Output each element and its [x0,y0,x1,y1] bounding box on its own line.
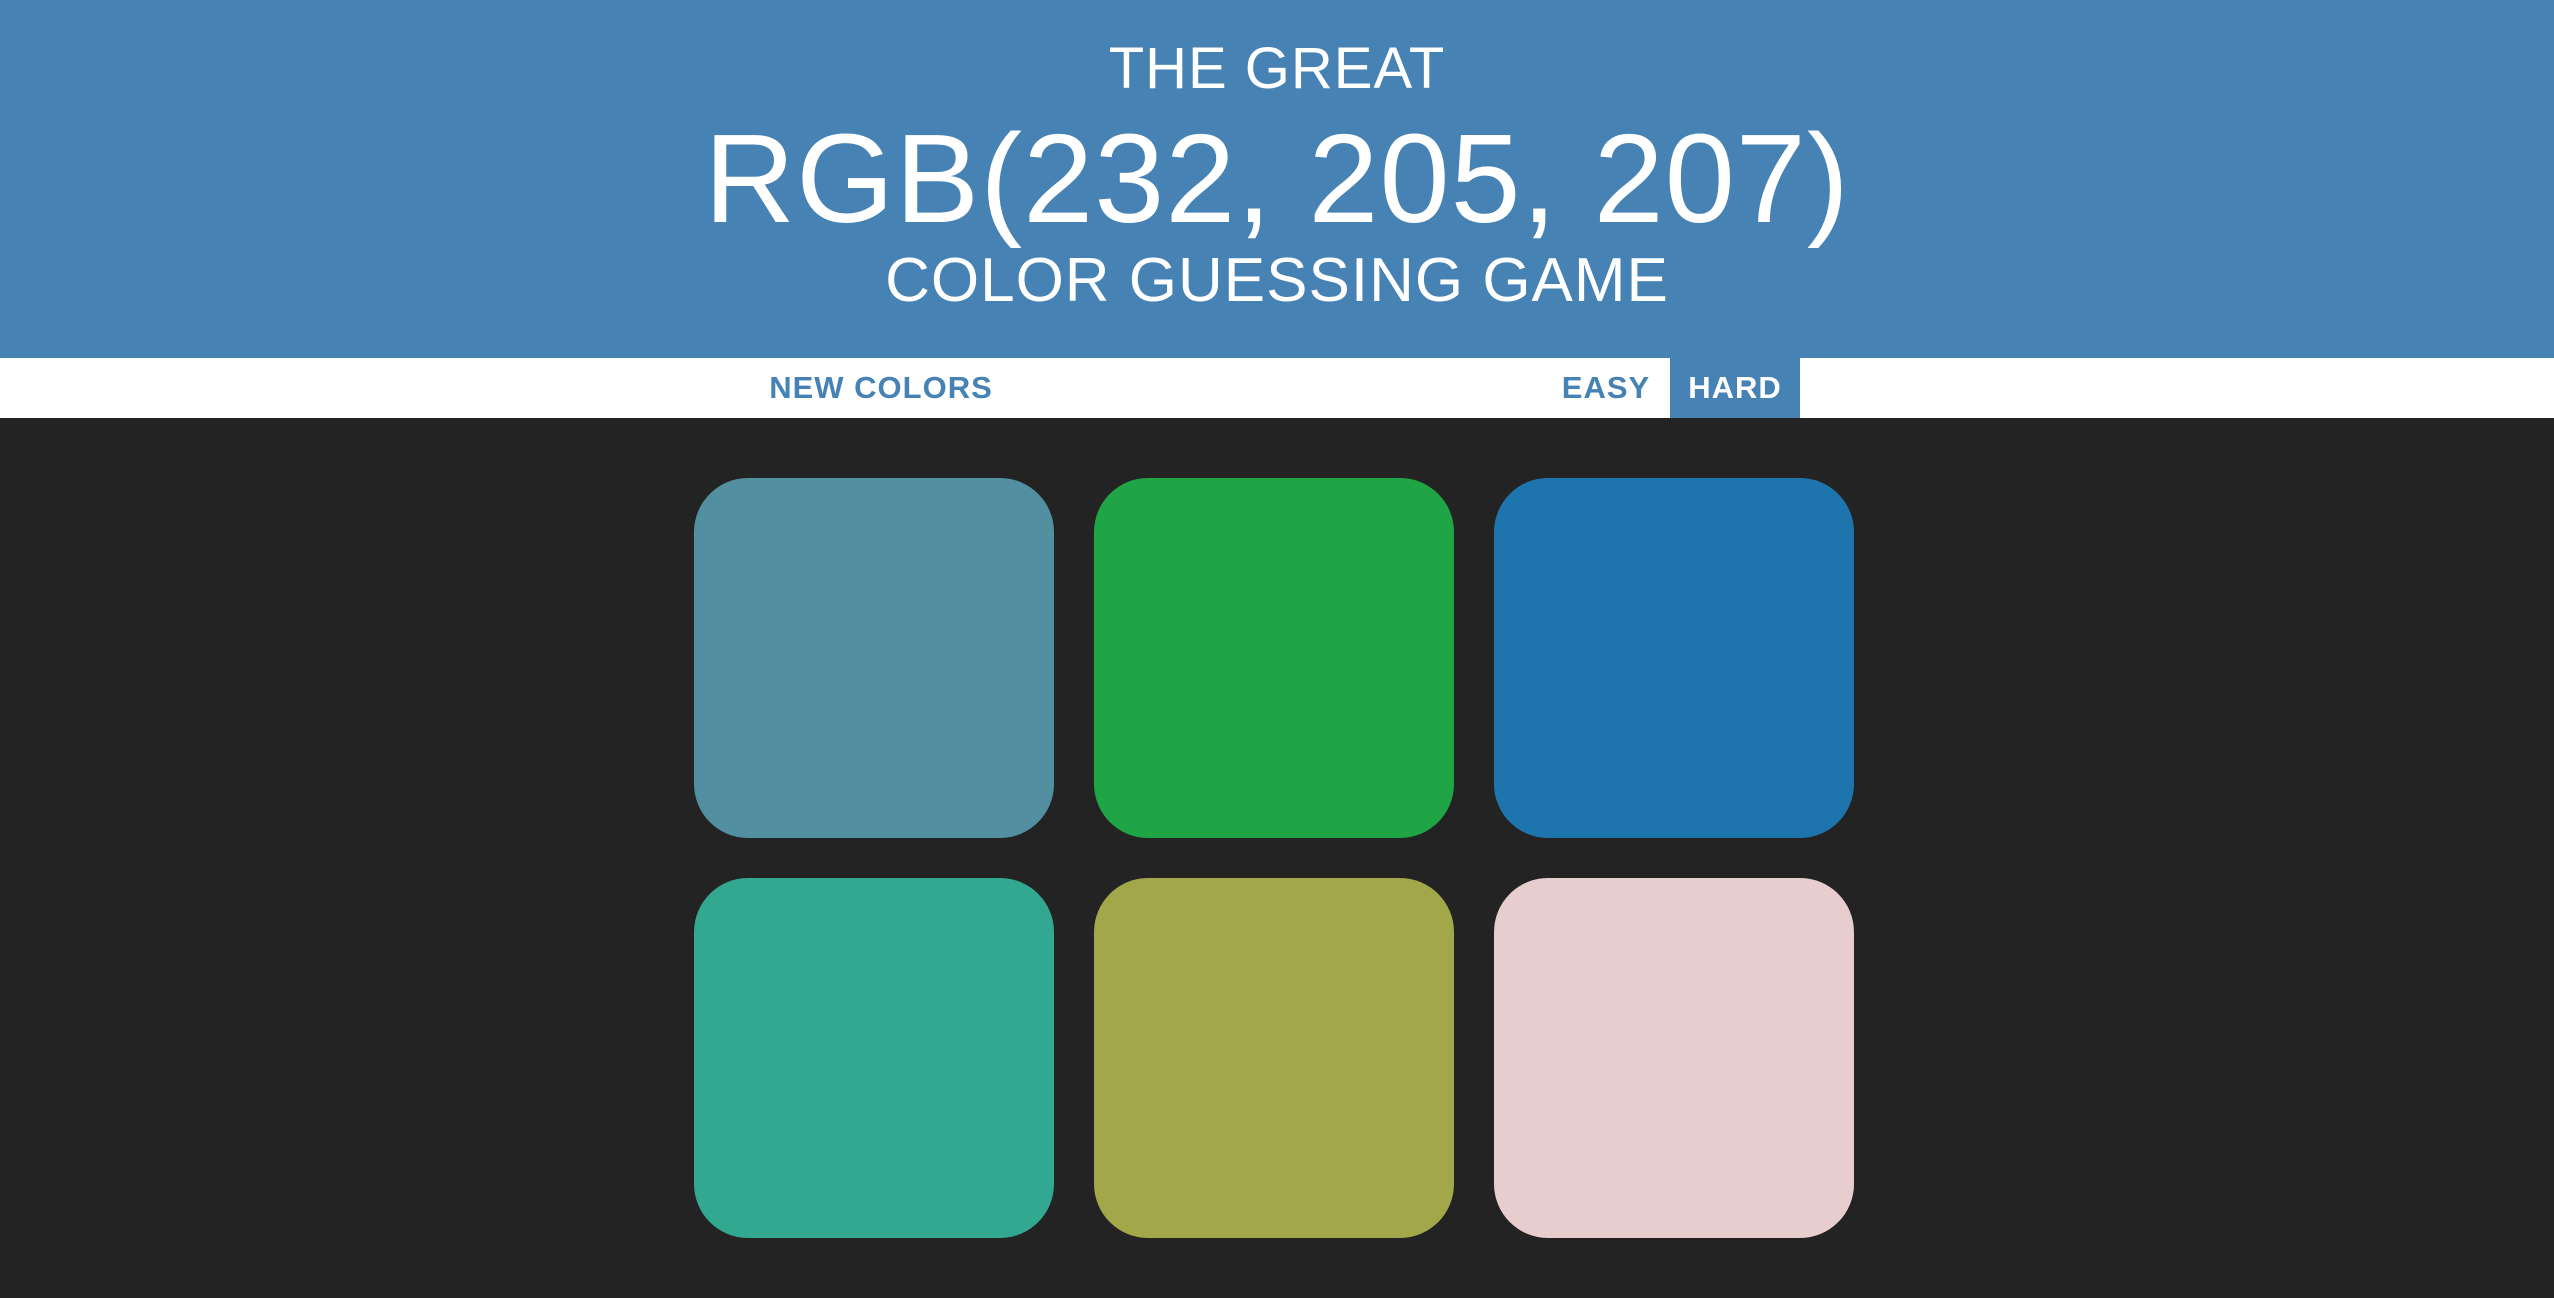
new-colors-button[interactable]: NEW COLORS [756,358,1006,418]
color-square-3[interactable] [1494,478,1854,838]
color-square-4[interactable] [694,878,1054,1238]
header: THE GREAT RGB(232, 205, 207) COLOR GUESS… [0,0,2554,358]
title-line-the-great: THE GREAT [1108,36,1446,101]
color-square-6[interactable] [1494,878,1854,1238]
easy-mode-button[interactable]: EASY [1544,358,1668,418]
color-square-5[interactable] [1094,878,1454,1238]
hard-mode-button[interactable]: HARD [1670,358,1800,418]
title-line-game-name: COLOR GUESSING GAME [885,246,1669,315]
target-color-display: RGB(232, 205, 207) [704,108,1850,249]
color-square-2[interactable] [1094,478,1454,838]
controls-stripe: NEW COLORS EASY HARD [0,358,2554,418]
color-square-1[interactable] [694,478,1054,838]
